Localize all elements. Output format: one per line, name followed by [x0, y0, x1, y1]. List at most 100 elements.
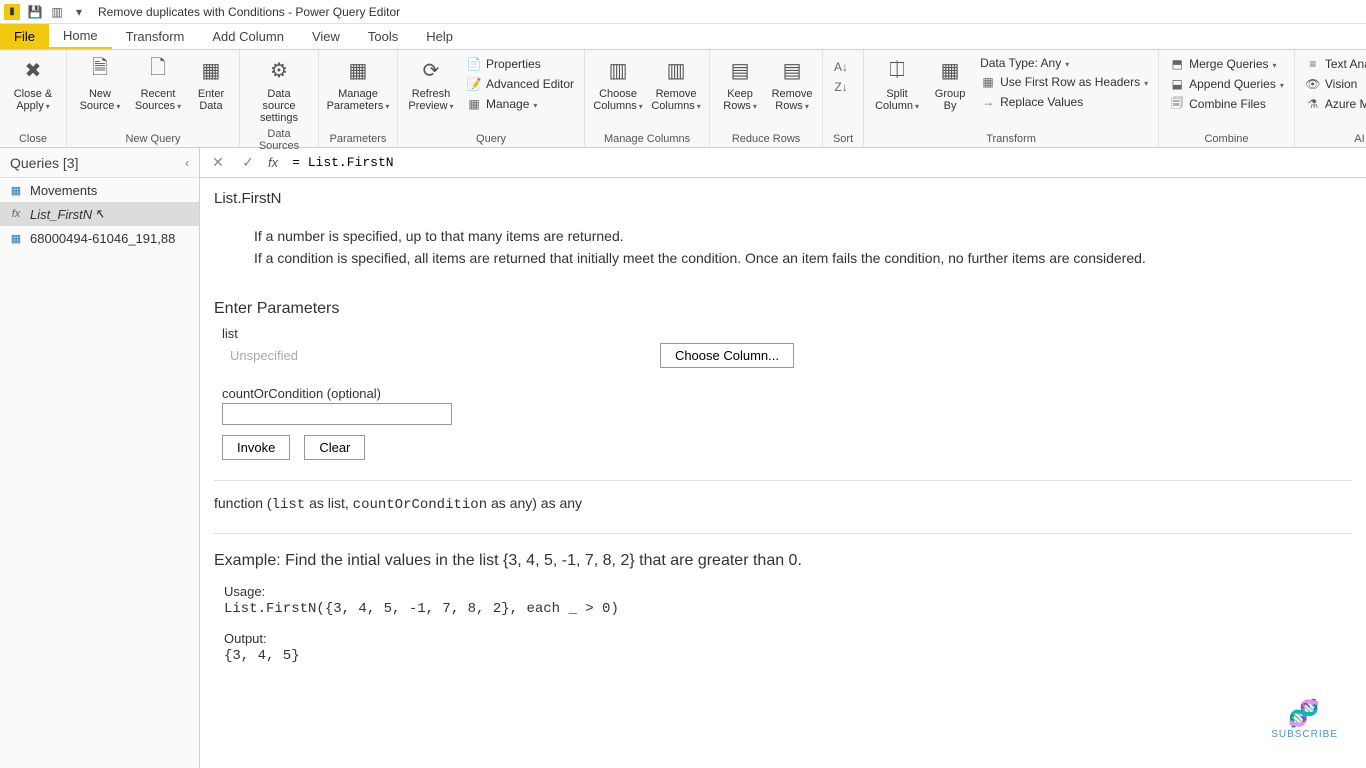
merge-queries-button[interactable]: ⬒Merge Queries	[1165, 55, 1288, 73]
group-label-query: Query	[404, 131, 578, 147]
formula-input[interactable]	[288, 153, 1358, 172]
split-column-button[interactable]: ⎅SplitColumn	[870, 52, 924, 114]
keep-rows-button[interactable]: ▤KeepRows	[716, 52, 764, 114]
manage-parameters-button[interactable]: ▦ManageParameters	[325, 52, 391, 114]
new-source-icon: 🗎	[84, 54, 116, 86]
remove-rows-button[interactable]: ▤RemoveRows	[768, 52, 816, 114]
remove-rows-icon: ▤	[776, 54, 808, 86]
refresh-icon: ⟳	[415, 54, 447, 86]
param-count-label: countOrCondition (optional)	[222, 386, 1352, 401]
refresh-preview-button[interactable]: ⟳RefreshPreview	[404, 52, 458, 114]
remove-columns-button[interactable]: ▥RemoveColumns	[649, 52, 703, 114]
group-label-close: Close	[6, 131, 60, 147]
group-label-rrows: Reduce Rows	[716, 131, 816, 147]
table-icon: ▦	[8, 182, 24, 198]
vision-button[interactable]: 👁Vision	[1301, 75, 1366, 93]
parameters-icon: ▦	[342, 54, 374, 86]
group-label-params: Parameters	[325, 131, 391, 147]
append-icon: ⬓	[1169, 76, 1185, 92]
group-label-ai: AI Insights	[1301, 131, 1366, 147]
main-area: Queries [3] ‹ ▦ Movements fx List_FirstN…	[0, 148, 1366, 768]
split-icon: ⎅	[881, 54, 913, 86]
text-analytics-button[interactable]: ≡Text Analytics	[1301, 55, 1366, 73]
aml-icon: ⚗	[1305, 96, 1321, 112]
query-item-movements[interactable]: ▦ Movements	[0, 178, 199, 202]
properties-icon: 📄	[466, 56, 482, 72]
count-condition-input[interactable]	[222, 403, 452, 425]
tab-home[interactable]: Home	[49, 24, 112, 49]
save-icon[interactable]: 💾	[26, 3, 44, 21]
function-doc: List.FirstN If a number is specified, up…	[200, 178, 1366, 768]
close-apply-button[interactable]: ✖Close &Apply	[6, 52, 60, 114]
fx-icon[interactable]: fx	[268, 155, 278, 170]
param-list-label: list	[222, 326, 1352, 341]
cancel-formula-icon[interactable]: ✕	[208, 153, 228, 173]
divider	[214, 480, 1352, 481]
function-name: List.FirstN	[214, 190, 1352, 207]
text-analytics-icon: ≡	[1305, 56, 1321, 72]
sort-desc-icon: Z↓	[833, 79, 849, 95]
function-icon: fx	[8, 206, 24, 222]
tab-view[interactable]: View	[298, 24, 354, 49]
group-label-combine: Combine	[1165, 131, 1288, 147]
files-icon: 🗐	[1169, 96, 1185, 112]
group-label-mcols: Manage Columns	[591, 131, 703, 147]
tab-add-column[interactable]: Add Column	[198, 24, 298, 49]
tab-file[interactable]: File	[0, 24, 49, 49]
aml-button[interactable]: ⚗Azure Machine Learning	[1301, 95, 1366, 113]
groupby-icon: ▦	[934, 54, 966, 86]
choose-columns-button[interactable]: ▥ChooseColumns	[591, 52, 645, 114]
data-source-settings-button[interactable]: ⚙Data sourcesettings	[246, 52, 312, 126]
remove-cols-icon: ▥	[660, 54, 692, 86]
advanced-editor-button[interactable]: 📝Advanced Editor	[462, 75, 578, 93]
divider	[214, 533, 1352, 534]
tab-help[interactable]: Help	[412, 24, 467, 49]
recent-icon: 🗋	[142, 54, 174, 86]
content-area: ✕ ✓ fx List.FirstN If a number is specif…	[200, 148, 1366, 768]
append-queries-button[interactable]: ⬓Append Queries	[1165, 75, 1288, 93]
properties-button[interactable]: 📄Properties	[462, 55, 578, 73]
param-list-hint: Unspecified	[230, 348, 298, 363]
new-source-button[interactable]: 🗎NewSource	[73, 52, 127, 114]
query-label: Movements	[30, 183, 97, 198]
output-code: {3, 4, 5}	[224, 648, 1352, 664]
collapse-queries-icon[interactable]: ‹	[185, 156, 189, 170]
choose-column-button[interactable]: Choose Column...	[660, 343, 794, 368]
query-label: List_FirstN	[30, 207, 92, 222]
query-item-68000494[interactable]: ▦ 68000494-61046_191,88	[0, 226, 199, 250]
manage-button[interactable]: ▦Manage	[462, 95, 578, 113]
title-bar: ▮ 💾 ▥ ▾ Remove duplicates with Condition…	[0, 0, 1366, 24]
subscribe-label: SUBSCRIBE	[1271, 729, 1338, 740]
invoke-button[interactable]: Invoke	[222, 435, 290, 460]
replace-values-button[interactable]: →Replace Values	[976, 93, 1152, 111]
window-title: Remove duplicates with Conditions - Powe…	[98, 5, 400, 19]
group-by-button[interactable]: ▦GroupBy	[928, 52, 972, 114]
example-heading: Example: Find the intial values in the l…	[214, 552, 1352, 570]
app-icon: ▮	[4, 4, 20, 20]
combine-files-button[interactable]: 🗐Combine Files	[1165, 95, 1288, 113]
query-label: 68000494-61046_191,88	[30, 231, 175, 246]
qat-dropdown-icon[interactable]: ▾	[70, 3, 88, 21]
settings-icon: ⚙	[263, 54, 295, 86]
function-signature: function (list as list, countOrCondition…	[214, 495, 1352, 513]
clear-button[interactable]: Clear	[304, 435, 365, 460]
queries-pane: Queries [3] ‹ ▦ Movements fx List_FirstN…	[0, 148, 200, 768]
cursor-icon: ↖	[94, 206, 105, 222]
commit-formula-icon[interactable]: ✓	[238, 153, 258, 173]
tab-tools[interactable]: Tools	[354, 24, 412, 49]
tab-transform[interactable]: Transform	[112, 24, 199, 49]
qat-icon[interactable]: ▥	[48, 3, 66, 21]
ribbon: ✖Close &Apply Close 🗎NewSource 🗋RecentSo…	[0, 50, 1366, 148]
merge-icon: ⬒	[1169, 56, 1185, 72]
first-row-headers-button[interactable]: ▦Use First Row as Headers	[976, 73, 1152, 91]
recent-sources-button[interactable]: 🗋RecentSources	[131, 52, 185, 114]
vision-icon: 👁	[1305, 76, 1321, 92]
sort-desc-button[interactable]: Z↓	[829, 78, 857, 96]
choose-cols-icon: ▥	[602, 54, 634, 86]
group-label-sort: Sort	[829, 131, 857, 147]
query-item-list-firstn[interactable]: fx List_FirstN ↖	[0, 202, 199, 226]
sort-asc-button[interactable]: A↓	[829, 58, 857, 76]
enter-data-button[interactable]: ▦EnterData	[189, 52, 233, 114]
data-type-button[interactable]: Data Type: Any	[976, 55, 1152, 71]
queries-header: Queries [3] ‹	[0, 148, 199, 178]
